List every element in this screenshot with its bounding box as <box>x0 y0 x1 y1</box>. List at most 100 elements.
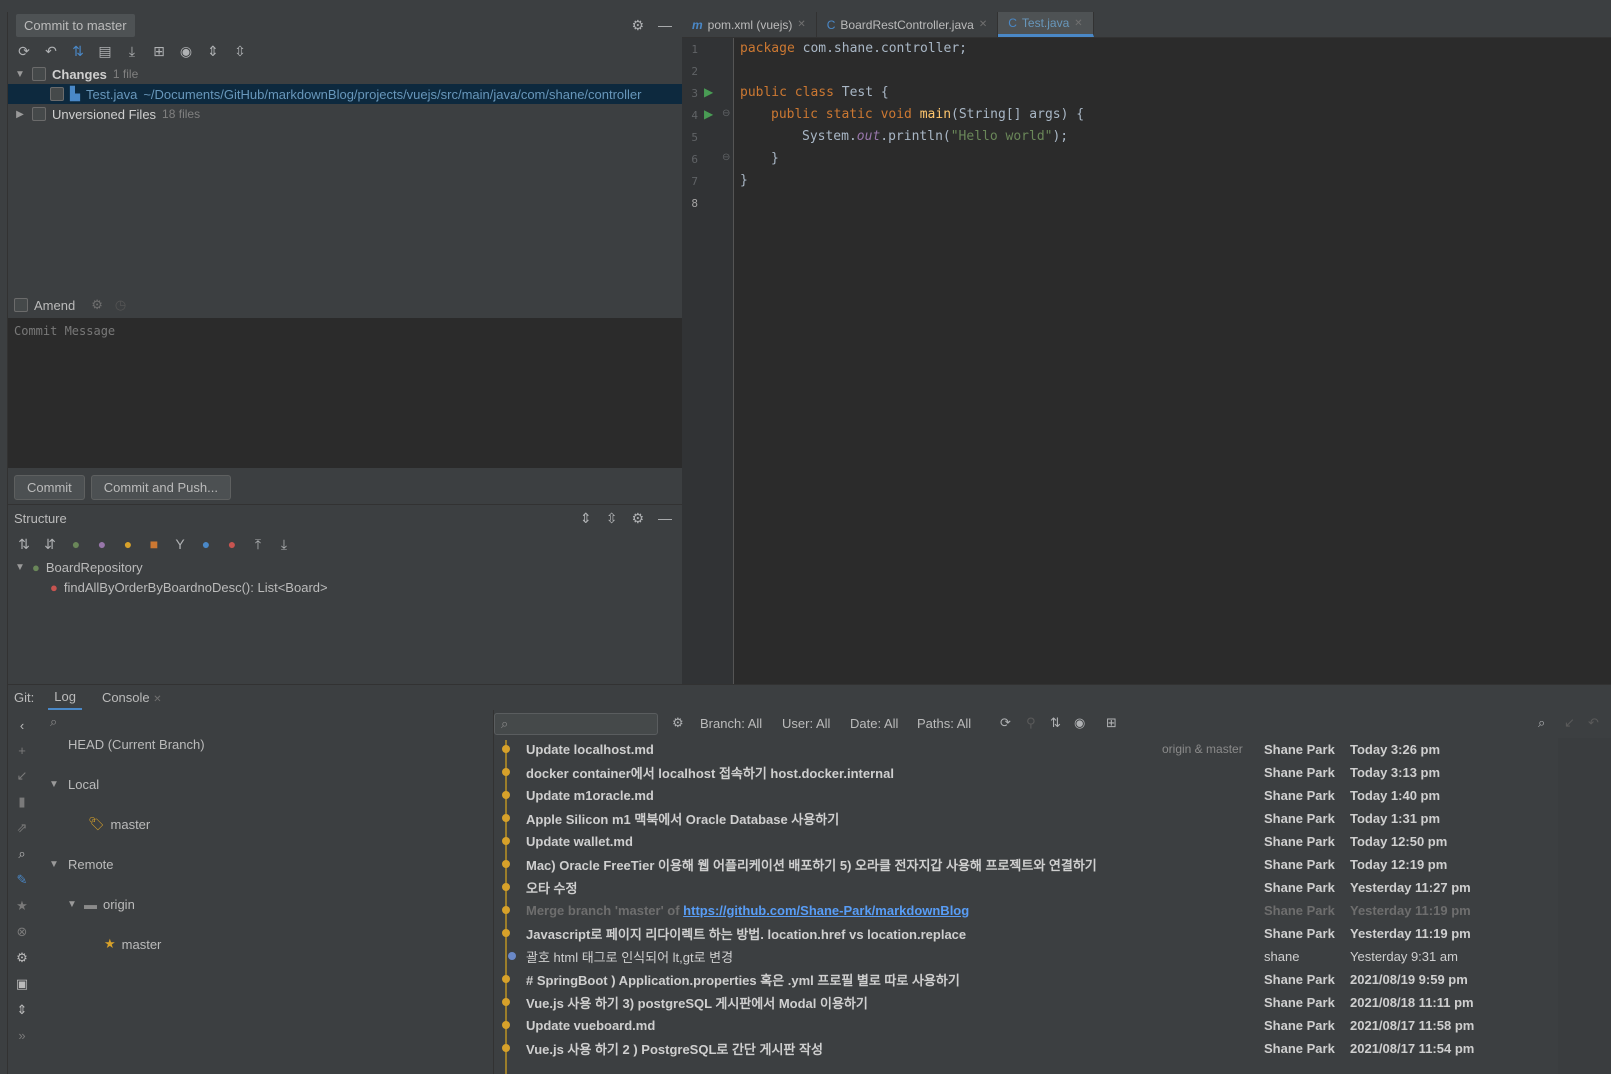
group-icon[interactable]: ⊞ <box>151 43 167 60</box>
refresh-icon[interactable]: ⟳ <box>16 43 32 60</box>
branch-remote-node[interactable]: ▼ Remote <box>48 854 505 874</box>
show-properties-icon[interactable]: ● <box>94 536 110 552</box>
compare-icon[interactable]: ⊗ <box>17 924 28 940</box>
unversioned-node[interactable]: ▶ Unversioned Files 18 files <box>8 104 682 124</box>
commit-row[interactable]: Vue.js 사용 하기 2 ) PostgreSQL로 간단 게시판 작성 Sh… <box>494 1037 1611 1059</box>
commit-button[interactable]: Commit <box>14 474 85 500</box>
gear-icon[interactable]: ⚙ <box>91 297 103 313</box>
branch-icon[interactable]: Y <box>172 536 188 552</box>
close-icon[interactable]: ✕ <box>979 19 987 30</box>
more-icon[interactable]: » <box>18 1028 25 1043</box>
fold-icon[interactable]: ⊖ <box>722 152 730 163</box>
sort-alpha-icon[interactable]: ⇅ <box>16 536 32 553</box>
minimize-icon[interactable]: — <box>658 17 672 34</box>
gear-icon[interactable]: ⚙ <box>631 510 644 527</box>
sort-icon[interactable]: ⇅ <box>1050 715 1061 731</box>
branch-local-node[interactable]: ▼ Local <box>48 774 505 794</box>
gear-icon[interactable]: ⚙ <box>631 17 644 34</box>
commit-row[interactable]: Vue.js 사용 하기 3) postgreSQL 게시판에서 Modal 이… <box>494 991 1611 1013</box>
tab-console[interactable]: Console ✕ <box>96 686 168 709</box>
tab-pom-xml[interactable]: m pom.xml (vuejs) ✕ <box>682 12 817 37</box>
structure-class-node[interactable]: ▼ ● BoardRepository <box>8 557 682 577</box>
chevron-down-icon[interactable]: ▼ <box>48 779 60 790</box>
run-icon[interactable]: ▶ <box>704 107 713 121</box>
commit-row[interactable]: Mac) Oracle FreeTier 이용해 웹 어플리케이션 배포하기 5… <box>494 853 1611 875</box>
close-icon[interactable]: ✕ <box>797 19 805 30</box>
chevron-down-icon[interactable]: ▼ <box>66 899 78 910</box>
changed-file-row[interactable]: ▙ Test.java ~/Documents/GitHub/markdownB… <box>8 84 682 104</box>
changes-checkbox[interactable] <box>32 67 46 81</box>
log-search-input[interactable]: ⌕ <box>494 713 658 735</box>
collapse-all-icon[interactable]: ⇳ <box>606 510 618 527</box>
commit-row[interactable]: Javascript로 페이지 리다이렉트 하는 방법. location.hr… <box>494 922 1611 944</box>
tab-test-java[interactable]: C Test.java ✕ <box>998 12 1094 37</box>
undo-icon[interactable]: ↶ <box>1588 715 1599 731</box>
cherry-pick-icon[interactable]: ⚲ <box>1026 715 1036 731</box>
commit-and-push-button[interactable]: Commit and Push... <box>90 474 231 500</box>
tab-board-rest-controller[interactable]: C BoardRestController.java ✕ <box>817 12 999 37</box>
structure-method-node[interactable]: ● findAllByOrderByBoardnoDesc(): List<Bo… <box>8 577 682 597</box>
commit-row[interactable]: Merge branch 'master' of https://github.… <box>494 899 1611 921</box>
gear-icon[interactable]: ⚙ <box>16 950 28 966</box>
chevron-down-icon[interactable]: ▼ <box>14 69 26 80</box>
edit-icon[interactable]: ✎ <box>17 872 28 888</box>
download-icon[interactable]: ⤓ <box>124 43 140 60</box>
commit-row[interactable]: Update vueboard.md Shane Park 2021/08/17 1… <box>494 1014 1611 1036</box>
layout-icon[interactable]: ▣ <box>16 976 28 992</box>
show-fields-icon[interactable]: ● <box>120 536 136 552</box>
show-lambdas-icon[interactable]: ■ <box>146 536 162 552</box>
commit-row[interactable]: Apple Silicon m1 맥북에서 Oracle Database 사용… <box>494 807 1611 829</box>
search-icon[interactable]: ⌕ <box>18 846 25 862</box>
date-filter[interactable]: Date: All <box>850 716 898 731</box>
file-checkbox[interactable] <box>50 87 64 101</box>
branch-filter[interactable]: Branch: All <box>700 716 762 731</box>
expand-all-icon[interactable]: ⇕ <box>580 510 592 527</box>
branch-head[interactable]: HEAD (Current Branch) <box>68 734 525 754</box>
delete-icon[interactable]: ▮ <box>18 794 25 810</box>
amend-checkbox[interactable] <box>14 298 28 312</box>
branch-search-input[interactable]: ⌕ <box>44 712 486 734</box>
show-inherited-icon[interactable]: ● <box>68 536 84 552</box>
pull-icon[interactable]: ↙ <box>1564 715 1575 731</box>
commit-row[interactable]: Update localhost.md origin & master Shane … <box>494 738 1611 760</box>
branch-local-master[interactable]: 🏷 master <box>88 814 545 834</box>
eye-icon[interactable]: ◉ <box>178 43 194 60</box>
chevron-down-icon[interactable]: ▼ <box>48 859 60 870</box>
rollback-icon[interactable]: ↶ <box>43 43 59 60</box>
search-icon[interactable]: ⌕ <box>1538 715 1545 731</box>
autoscroll-from-source-icon[interactable]: ⤓ <box>276 536 292 553</box>
fold-icon[interactable]: ⊖ <box>722 108 730 119</box>
close-icon[interactable]: ✕ <box>153 694 161 705</box>
close-icon[interactable]: ✕ <box>1074 18 1082 29</box>
expand-all-icon[interactable]: ⇕ <box>17 1002 28 1018</box>
tab-log[interactable]: Log <box>48 685 82 711</box>
diff-icon[interactable]: ▤ <box>97 43 113 60</box>
commit-message-input[interactable]: Commit Message <box>8 318 682 468</box>
history-icon[interactable]: ◷ <box>115 297 126 313</box>
commit-link[interactable]: https://github.com/Shane-Park/markdownBl… <box>683 903 969 918</box>
gear-icon[interactable]: ⚙ <box>672 715 684 731</box>
chevron-right-icon[interactable]: ▶ <box>14 109 26 120</box>
branch-origin-node[interactable]: ▼ ▬ origin <box>66 894 523 914</box>
expand-all-icon[interactable]: ⇕ <box>205 43 221 60</box>
commit-row[interactable]: # SpringBoot ) Application.properties 혹은… <box>494 968 1611 990</box>
refresh-icon[interactable]: ⟳ <box>1000 715 1011 731</box>
update-icon[interactable]: ⇅ <box>70 43 86 60</box>
commit-row[interactable]: Update wallet.md Shane Park Today 12:50 pm <box>494 830 1611 852</box>
lambda-icon[interactable]: ● <box>224 536 240 552</box>
new-tab-icon[interactable]: ⊞ <box>1106 715 1117 731</box>
unversioned-checkbox[interactable] <box>32 107 46 121</box>
user-filter[interactable]: User: All <box>782 716 830 731</box>
sort-visibility-icon[interactable]: ⇵ <box>42 536 58 553</box>
checkout-icon[interactable]: ↙ <box>17 768 28 784</box>
paths-filter[interactable]: Paths: All <box>917 716 971 731</box>
merge-icon[interactable]: ⇗ <box>17 820 28 836</box>
add-icon[interactable]: + <box>18 743 26 758</box>
collapse-all-icon[interactable]: ⇳ <box>232 43 248 60</box>
commit-row[interactable]: 오타 수정 Shane Park Yesterday 11:27 pm <box>494 876 1611 898</box>
commit-row[interactable]: Update m1oracle.md Shane Park Today 1:40 p… <box>494 784 1611 806</box>
changes-node[interactable]: ▼ Changes 1 file <box>8 64 682 84</box>
back-icon[interactable]: ‹ <box>20 718 24 733</box>
branch-origin-master[interactable]: ★ master <box>104 934 561 954</box>
autoscroll-to-source-icon[interactable]: ⤒ <box>250 536 266 553</box>
